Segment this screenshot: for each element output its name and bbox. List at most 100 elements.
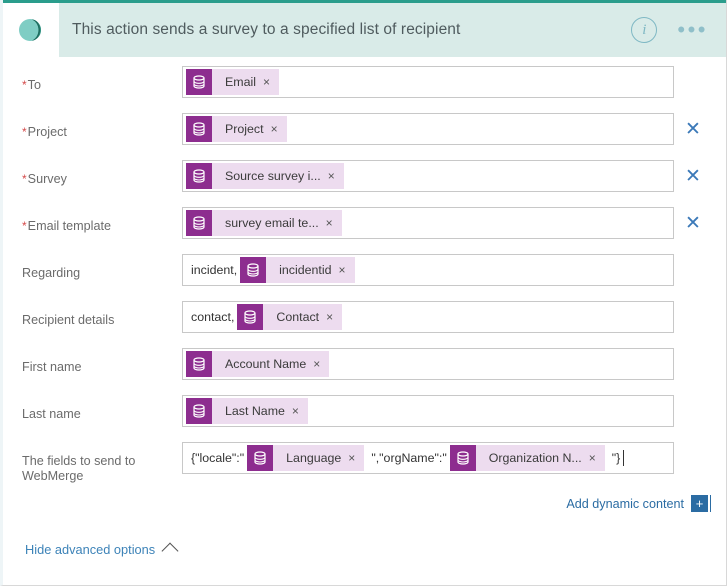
dynamic-content-token[interactable]: Project × [186,116,287,142]
field-label: Recipient details [22,301,182,328]
action-card: This action sends a survey to a specifie… [0,0,727,586]
field-wrapper: contact,Contact×✕ [182,301,726,333]
field-wrapper: Source survey i... × ✕ [182,160,726,192]
database-token-icon [186,116,212,142]
header-actions: i ••• [631,17,726,43]
token-remove-icon[interactable]: × [263,75,279,89]
token-input[interactable]: contact, Contact × [182,301,674,333]
card-title: This action sends a survey to a specifie… [72,21,461,38]
clear-field-icon[interactable]: ✕ [678,120,708,139]
token-label: Project [225,122,264,136]
field-wrapper: Email×✕ [182,66,726,98]
literal-text: "} [611,451,621,465]
card-header: This action sends a survey to a specifie… [3,0,726,57]
token-label: Account Name [225,357,307,371]
add-dynamic-content-plus-button[interactable]: + [691,495,711,512]
database-token-icon [186,69,212,95]
field-label: *Project [22,113,182,140]
hide-advanced-options-label: Hide advanced options [25,541,156,557]
token-remove-icon[interactable]: × [348,451,364,465]
field-label-text: To [27,78,41,92]
token-input[interactable]: Account Name × [182,348,674,380]
info-icon[interactable]: i [631,17,658,43]
add-dynamic-content-row: Add dynamic content + [3,495,726,512]
clear-field-icon[interactable]: ✕ [678,214,708,233]
field-wrapper: incident,incidentid×✕ [182,254,726,286]
token-label: Organization N... [488,451,582,465]
literal-text: incident, [191,263,238,277]
token-label: Email [225,75,256,89]
field-wrapper: Project × ✕ [182,113,726,145]
token-input[interactable]: Email × [182,66,674,98]
field-wrapper: Account Name×✕ [182,348,726,380]
connector-logo [3,3,59,57]
token-input[interactable]: Project × [182,113,674,145]
field-label-text: Email template [27,219,111,233]
field-label: *Email template [22,207,182,234]
field-label: Last name [22,395,182,422]
form-row: Regardingincident,incidentid×✕ [3,254,726,301]
database-token-icon [186,210,212,236]
field-label-text: Regarding [22,266,81,280]
dynamic-content-token[interactable]: Last Name × [186,398,308,424]
form-body: *ToEmail×✕*ProjectProject×✕*SurveySource… [3,57,726,489]
dynamic-content-token[interactable]: Contact × [237,304,343,330]
database-token-icon [186,398,212,424]
token-remove-icon[interactable]: × [339,263,355,277]
field-wrapper: Last Name×✕ [182,395,726,427]
field-label: First name [22,348,182,375]
dynamic-content-token[interactable]: survey email te... × [186,210,342,236]
add-dynamic-content-link[interactable]: Add dynamic content [566,497,684,511]
required-asterisk: * [22,125,27,139]
dynamic-content-token[interactable]: Language × [247,445,365,471]
field-label-text: Survey [27,172,67,186]
required-asterisk: * [22,219,27,233]
field-wrapper: survey email te... × ✕ [182,207,726,239]
database-token-icon [240,257,267,283]
token-remove-icon[interactable]: × [292,404,308,418]
required-asterisk: * [22,172,27,186]
token-input[interactable]: survey email te... × [182,207,674,239]
text-cursor [623,450,625,466]
dynamic-content-token[interactable]: Email × [186,69,279,95]
dynamic-content-token[interactable]: Organization N... × [449,445,605,471]
form-row: First nameAccount Name×✕ [3,348,726,395]
token-input[interactable]: incident, incidentid × [182,254,674,286]
dynamic-content-token[interactable]: Source survey i... × [186,163,344,189]
form-row: The fields to send to WebMerge {"locale":… [3,442,726,489]
form-row: *Survey Source survey i... × ✕ [3,160,726,207]
token-remove-icon[interactable]: × [271,122,287,136]
field-label: *Survey [22,160,182,187]
hide-advanced-options-toggle[interactable]: Hide advanced options [25,541,179,560]
dynamic-content-token[interactable]: Account Name × [186,351,330,377]
database-token-icon [186,163,212,189]
token-remove-icon[interactable]: × [326,310,342,324]
token-label: survey email te... [225,216,319,230]
field-label-text: First name [22,360,82,374]
clear-field-icon[interactable]: ✕ [678,167,708,186]
token-label: Last Name [225,404,285,418]
token-label: incidentid [279,263,332,277]
required-asterisk: * [22,78,27,92]
literal-text: contact, [191,310,235,324]
token-input[interactable]: Last Name × [182,395,674,427]
database-token-icon [247,445,274,471]
token-input[interactable]: {"locale":" Language × ","orgName":" Organiz… [182,442,674,474]
literal-text: {"locale":" [191,451,245,465]
token-remove-icon[interactable]: × [313,357,329,371]
field-label-text: Project [27,125,67,139]
field-label-text: Last name [22,407,81,421]
field-label-text: The fields to send to WebMerge [22,454,136,483]
token-input[interactable]: Source survey i... × [182,160,674,192]
token-label: Language [286,451,342,465]
field-label: The fields to send to WebMerge [22,442,182,484]
database-token-icon [237,304,264,330]
chevron-up-icon [161,542,179,560]
token-remove-icon[interactable]: × [326,216,342,230]
token-label: Contact [276,310,320,324]
token-remove-icon[interactable]: × [328,169,344,183]
dynamic-content-token[interactable]: incidentid × [240,257,355,283]
token-remove-icon[interactable]: × [589,451,605,465]
form-row: *Project Project × ✕ [3,113,726,160]
ellipsis-more-icon[interactable]: ••• [677,19,708,41]
